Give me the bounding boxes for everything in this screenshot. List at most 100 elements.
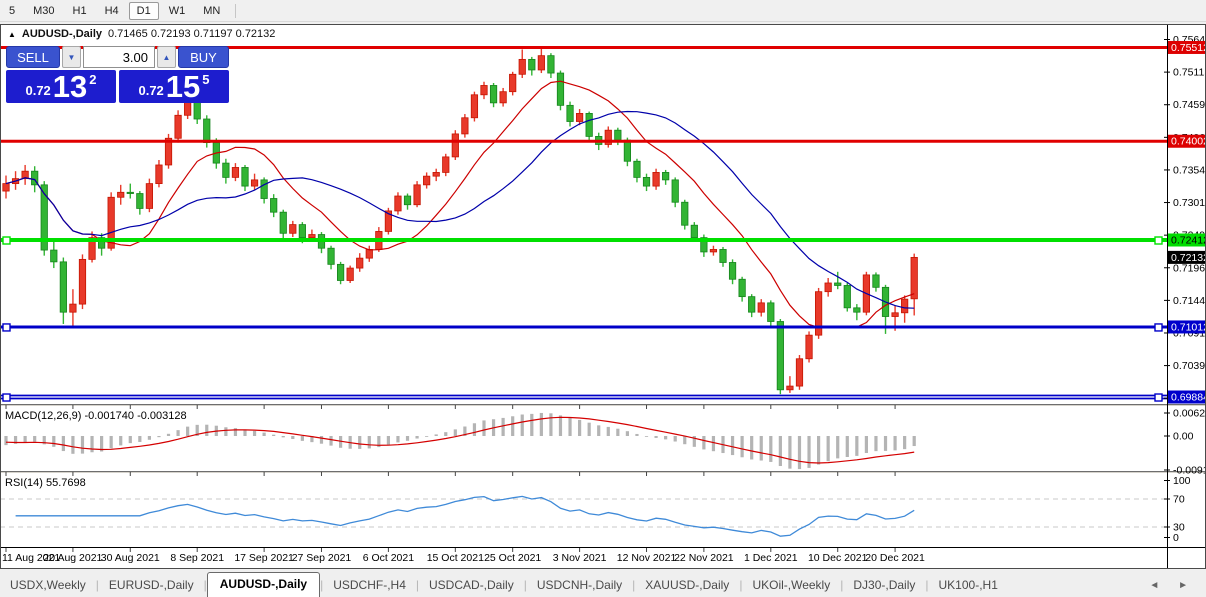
line-handle[interactable]: [1154, 323, 1163, 332]
chart-tab-usdcad-daily[interactable]: USDCAD-,Daily: [419, 574, 524, 597]
macd-histogram-bar: [625, 431, 629, 436]
timeframe-button-5[interactable]: 5: [1, 2, 23, 20]
line-handle[interactable]: [2, 393, 11, 402]
candle-body: [509, 73, 517, 93]
one-click-trade-panel: SELL ▼ 3.00 ▲ BUY 0.72 13 2 0.72 15 5: [6, 46, 229, 103]
macd-histogram-bar: [4, 436, 8, 446]
candle-body: [365, 249, 373, 259]
chart-tab-dj30-daily[interactable]: DJ30-,Daily: [843, 574, 925, 597]
chart-canvas[interactable]: 0.756400.751150.745900.740650.735400.730…: [0, 24, 1206, 569]
candle-body: [786, 385, 794, 391]
macd-histogram-bar: [281, 436, 285, 438]
date-label: 10 Dec 2021: [808, 552, 868, 564]
candle-body: [145, 183, 153, 209]
macd-histogram-bar: [855, 436, 859, 456]
timeframe-button-mn[interactable]: MN: [195, 2, 228, 20]
candle-body: [853, 307, 861, 313]
candle-body: [767, 302, 775, 322]
timeframe-button-h1[interactable]: H1: [65, 2, 95, 20]
chart-tab-usdcnh-daily[interactable]: USDCNH-,Daily: [527, 574, 632, 597]
line-handle[interactable]: [2, 323, 11, 332]
candle-body: [805, 334, 813, 360]
macd-histogram-bar: [61, 436, 65, 452]
macd-histogram-bar: [740, 436, 744, 458]
line-handle[interactable]: [1154, 236, 1163, 245]
candle-body: [576, 113, 584, 122]
macd-histogram-bar: [405, 436, 410, 441]
macd-histogram-bar: [501, 417, 505, 436]
price-badge-label: 0.71012: [1171, 321, 1206, 333]
chart-tab-audusd-daily[interactable]: AUDUSD-,Daily: [206, 572, 321, 597]
line-handle[interactable]: [1154, 393, 1163, 402]
candle-body: [652, 172, 660, 187]
volume-decrease-icon[interactable]: ▼: [62, 46, 81, 68]
candle-body: [566, 104, 574, 122]
candle-body: [126, 191, 134, 194]
chart-tab-uk100-h1[interactable]: UK100-,H1: [929, 574, 1008, 597]
price-badge-label: 0.75512: [1171, 42, 1206, 54]
macd-histogram-bar: [109, 436, 113, 449]
macd-label: MACD(12,26,9) -0.001740 -0.003128: [5, 410, 187, 422]
rsi-axis-label: 0: [1173, 532, 1179, 544]
date-label: 15 Oct 2021: [427, 552, 484, 564]
macd-histogram-bar: [358, 436, 362, 449]
candle-body: [537, 55, 545, 71]
macd-histogram-bar: [893, 436, 897, 451]
chart-tab-ukoil-weekly[interactable]: UKOil-,Weekly: [742, 574, 840, 597]
price-tick-label: 0.73015: [1173, 197, 1206, 209]
date-label: 1 Dec 2021: [744, 552, 798, 564]
candle-body: [442, 156, 450, 173]
price-tick-label: 0.73540: [1173, 164, 1206, 176]
macd-histogram-bar: [291, 436, 295, 439]
candle-body: [432, 172, 440, 177]
candle-body: [633, 160, 641, 178]
macd-histogram-bar: [520, 414, 524, 436]
buy-button[interactable]: BUY: [178, 46, 229, 68]
macd-histogram-bar: [750, 436, 754, 460]
candle-body: [413, 184, 421, 206]
chart-tab-usdchf-h4[interactable]: USDCHF-,H4: [323, 574, 416, 597]
macd-histogram-bar: [329, 436, 333, 446]
timeframe-button-d1[interactable]: D1: [128, 1, 159, 20]
collapse-icon[interactable]: ▲: [8, 30, 16, 39]
price-badge-label: 0.72132: [1171, 252, 1206, 264]
macd-histogram-bar: [453, 429, 457, 436]
chart-tab-usdx-weekly[interactable]: USDX,Weekly: [0, 574, 96, 597]
macd-histogram-bar: [883, 436, 888, 451]
chart-tab-xauusd-daily[interactable]: XAUUSD-,Daily: [635, 574, 739, 597]
candle-body: [910, 256, 918, 300]
candle-body: [834, 282, 842, 286]
candle-body: [279, 211, 287, 234]
macd-histogram-bar: [176, 430, 180, 436]
timeframe-button-h4[interactable]: H4: [97, 2, 127, 20]
chart-tab-eurusd-daily[interactable]: EURUSD-,Daily: [99, 574, 204, 597]
candle-body: [403, 195, 412, 206]
date-label: 27 Sep 2021: [292, 552, 352, 564]
volume-increase-icon[interactable]: ▲: [157, 46, 176, 68]
timeframe-button-w1[interactable]: W1: [161, 2, 194, 20]
macd-histogram-bar: [769, 436, 773, 462]
sell-price-button[interactable]: 0.72 13 2: [6, 70, 116, 103]
timeframe-button-m30[interactable]: M30: [25, 2, 62, 20]
buy-price-button[interactable]: 0.72 15 5: [119, 70, 229, 103]
date-label: 20 Aug 2021: [43, 552, 102, 564]
macd-histogram-bar: [635, 433, 639, 436]
price-tick-label: 0.75115: [1173, 67, 1206, 79]
candle-body: [231, 167, 240, 178]
candle-body: [518, 58, 526, 75]
candle-body: [59, 261, 67, 313]
date-label: 22 Nov 2021: [674, 552, 734, 564]
volume-input[interactable]: 3.00: [83, 46, 155, 68]
macd-histogram-bar: [759, 436, 763, 461]
macd-histogram-bar: [262, 432, 266, 436]
candle-body: [795, 358, 804, 387]
tab-scroll-arrows[interactable]: ◄ ►: [1149, 580, 1206, 597]
price-tick-label: 0.71440: [1173, 295, 1206, 307]
macd-histogram-bar: [444, 432, 448, 436]
line-handle[interactable]: [2, 236, 11, 245]
macd-histogram-bar: [386, 436, 390, 445]
candle-body: [585, 113, 593, 137]
date-label: 6 Oct 2021: [363, 552, 415, 564]
sell-button[interactable]: SELL: [6, 46, 60, 68]
candle-body: [69, 303, 77, 313]
